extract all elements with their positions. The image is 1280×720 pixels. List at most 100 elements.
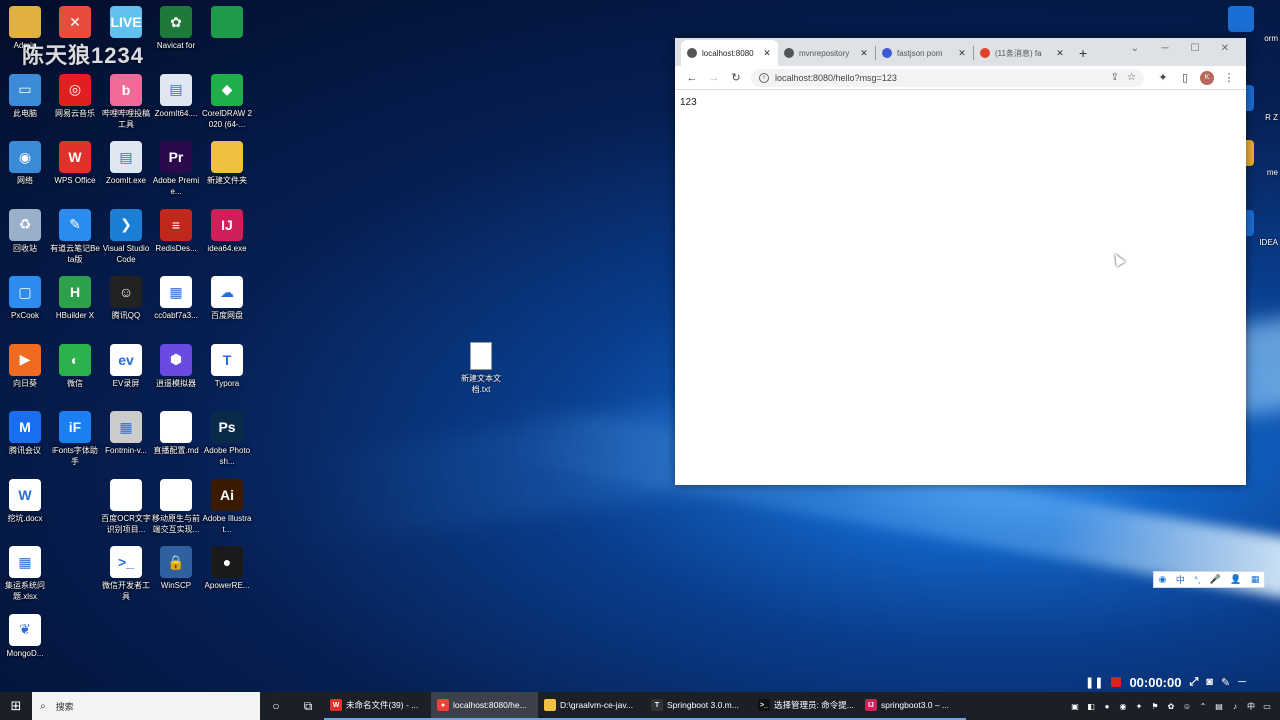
- volume-icon[interactable]: ♪: [1230, 702, 1240, 711]
- desktop-icon[interactable]: T Typora: [202, 343, 252, 389]
- tray-icon-7[interactable]: ✿: [1166, 702, 1176, 711]
- close-window-button[interactable]: ✕: [1210, 43, 1240, 54]
- ime-item[interactable]: 中: [1176, 573, 1185, 586]
- taskbar-app-3[interactable]: T Springboot 3.0.m...: [645, 692, 752, 720]
- desktop-icon[interactable]: ✎ 有道云笔记Beta版: [50, 208, 100, 265]
- desktop-icon[interactable]: Ps Adobe Photosh...: [202, 411, 252, 467]
- desktop-icon[interactable]: 🔒 WinSCP: [151, 546, 201, 591]
- fullscreen-icon[interactable]: ⤢: [1189, 676, 1198, 689]
- desktop-icon[interactable]: ◉ 网络: [0, 141, 50, 186]
- ime-item[interactable]: °,: [1194, 575, 1200, 585]
- cortana-icon[interactable]: ○: [260, 699, 292, 713]
- network-icon[interactable]: ▤: [1214, 702, 1224, 711]
- share-icon[interactable]: ⇪: [1111, 72, 1119, 83]
- tray-icon-1[interactable]: ▣: [1070, 702, 1080, 711]
- forward-button[interactable]: →: [703, 72, 725, 84]
- tab-close-icon[interactable]: ✕: [859, 48, 869, 59]
- desktop-icon[interactable]: M 腾讯会议: [0, 411, 50, 456]
- minimize-recorder-icon[interactable]: ─: [1238, 676, 1246, 688]
- task-view-icon[interactable]: ⧉: [292, 699, 324, 714]
- tab-3[interactable]: (11条消息) fa ✕: [974, 40, 1071, 66]
- chevron-down-icon[interactable]: ⌄: [1120, 43, 1150, 54]
- desktop-icon[interactable]: >_ 微信开发者工具: [101, 546, 151, 602]
- desktop-icon[interactable]: ● ApowerRE...: [202, 546, 252, 591]
- desktop-file-new-text[interactable]: 新建文本文档.txt: [458, 342, 504, 395]
- desktop-icon[interactable]: H HBuilder X: [50, 276, 100, 321]
- desktop-icon[interactable]: 新建文件夹: [202, 141, 252, 186]
- new-tab-button[interactable]: +: [1079, 45, 1087, 61]
- desktop-icon[interactable]: ◐ 微信: [50, 343, 100, 389]
- desktop-icon[interactable]: 移动原生与前端交互实现...: [151, 478, 201, 535]
- desktop-icon[interactable]: ❦ MongoD...: [0, 613, 50, 659]
- address-bar[interactable]: i localhost:8080/hello?msg=123 ⇪ ☆: [751, 68, 1144, 87]
- desktop-icon[interactable]: ◆ CorelDRAW 2020 (64-...: [202, 73, 252, 130]
- ime-logo-icon[interactable]: ◉: [1159, 574, 1167, 585]
- tab-1[interactable]: mvnrepository ✕: [778, 40, 875, 66]
- desktop-icon[interactable]: ≡ RedisDes...: [151, 208, 201, 254]
- taskbar-app-4[interactable]: >_ 选择管理员: 命令提...: [752, 692, 859, 720]
- camera-icon[interactable]: ◙: [1206, 676, 1213, 688]
- desktop-icon[interactable]: ▤ ZoomIt.exe: [101, 141, 151, 186]
- tab-close-icon[interactable]: ✕: [762, 48, 772, 59]
- desktop-icon[interactable]: 直播配置.md: [151, 411, 201, 456]
- windows-start-icon[interactable]: ⊞: [0, 692, 32, 720]
- pen-icon[interactable]: ✎: [1221, 676, 1230, 689]
- info-icon[interactable]: i: [759, 72, 769, 83]
- tray-icon-6[interactable]: ⚑: [1150, 702, 1160, 711]
- desktop-icon[interactable]: ▦ cc0abf7a3...: [151, 276, 201, 321]
- desktop-icon[interactable]: ☺ 腾讯QQ: [101, 276, 151, 321]
- tray-icon-2[interactable]: ◧: [1086, 702, 1096, 711]
- ime-item[interactable]: 🎤: [1210, 574, 1221, 585]
- desktop-icon[interactable]: ✕: [50, 6, 100, 40]
- tray-icon-4[interactable]: ◉: [1118, 702, 1128, 711]
- reload-button[interactable]: ↻: [725, 71, 747, 84]
- desktop-icon[interactable]: IJ idea64.exe: [202, 208, 252, 254]
- tray-icon-8[interactable]: ☺: [1182, 702, 1192, 711]
- desktop-icon[interactable]: ▶ 向日葵: [0, 343, 50, 389]
- taskbar-app-1[interactable]: ● localhost:8080/he...: [431, 692, 538, 720]
- stop-record-icon[interactable]: [1111, 677, 1122, 687]
- extensions-icon[interactable]: ✦: [1152, 71, 1174, 84]
- taskbar-app-2[interactable]: D:\graalvm-ce-jav...: [538, 692, 645, 720]
- desktop-icon[interactable]: ▢ PxCook: [0, 276, 50, 321]
- url-text[interactable]: localhost:8080/hello?msg=123: [775, 73, 1103, 83]
- desktop-icon[interactable]: Pr Adobe Premie...: [151, 141, 201, 197]
- desktop-icon[interactable]: ev EV录屏: [101, 343, 151, 389]
- taskbar-search-box[interactable]: ⌕ 搜索: [32, 692, 260, 720]
- desktop-icon[interactable]: ▦ Fontmin-v...: [101, 411, 151, 456]
- desktop-icon[interactable]: ♻ 回收站: [0, 208, 50, 254]
- taskbar-app-5[interactable]: IJ springboot3.0 – ...: [859, 692, 966, 720]
- minimize-button[interactable]: ─: [1150, 43, 1180, 54]
- tray-chevron-icon[interactable]: ⌃: [1198, 702, 1208, 711]
- tray-icon-3[interactable]: ●: [1102, 702, 1112, 711]
- tray-icon-5[interactable]: ✦: [1134, 702, 1144, 711]
- desktop-icon[interactable]: ✿ Navicat for: [151, 6, 201, 51]
- back-button[interactable]: ←: [681, 72, 703, 84]
- tab-2[interactable]: fastjson pom ✕: [876, 40, 973, 66]
- tab-0[interactable]: localhost:8080 ✕: [681, 40, 778, 66]
- desktop-icon[interactable]: ❯ Visual Studio Code: [101, 208, 151, 265]
- desktop-icon[interactable]: ▤ ZoomIt64....: [151, 73, 201, 119]
- desktop-icon[interactable]: W WPS Office: [50, 141, 100, 186]
- pause-icon[interactable]: ❚❚: [1085, 676, 1103, 689]
- desktop-icon[interactable]: iF iFonts字体助手: [50, 411, 100, 467]
- notification-icon[interactable]: ▭: [1262, 702, 1272, 711]
- desktop-icon[interactable]: Ai Adobe Illustrat...: [202, 478, 252, 535]
- ime-indicator[interactable]: 中: [1246, 701, 1256, 712]
- taskbar-app-0[interactable]: W 未命名文件(39) - ...: [324, 692, 431, 720]
- desktop-icon[interactable]: ☁ 百度网盘: [202, 276, 252, 321]
- ime-item[interactable]: 👤: [1230, 574, 1241, 585]
- desktop-icon[interactable]: b 哔哩哔哩投稿工具: [101, 73, 151, 130]
- side-panel-icon[interactable]: ▯: [1174, 71, 1196, 84]
- desktop-icon[interactable]: 百度OCR文字识别项目...: [101, 478, 151, 535]
- desktop-icon[interactable]: ⬢ 逍遥模拟器: [151, 343, 201, 389]
- desktop-icon[interactable]: ◎ 网易云音乐: [50, 73, 100, 119]
- desktop-icon[interactable]: LIVE: [101, 6, 151, 40]
- desktop-icon[interactable]: ▦ 集运系统问题.xlsx: [0, 546, 50, 602]
- desktop-icon[interactable]: [202, 6, 252, 40]
- tab-close-icon[interactable]: ✕: [1055, 48, 1065, 59]
- maximize-button[interactable]: ☐: [1180, 43, 1210, 54]
- menu-kebab-icon[interactable]: ⋮: [1218, 71, 1240, 84]
- desktop-icon[interactable]: ▭ 此电脑: [0, 73, 50, 119]
- profile-avatar[interactable]: K: [1200, 70, 1214, 85]
